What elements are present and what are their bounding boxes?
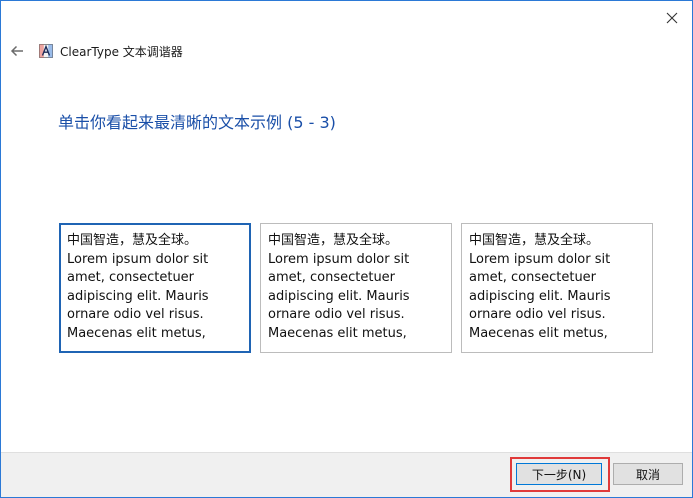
sample-line: 中国智造，慧及全球。 xyxy=(67,233,198,248)
sample-line: adipiscing elit. Mauris xyxy=(469,288,611,304)
sample-line: amet, consectetuer xyxy=(67,270,195,286)
cleartype-wizard-window: ClearType 文本调谐器 单击你看起来最清晰的文本示例 (5 - 3) 中… xyxy=(0,0,693,498)
text-sample-1[interactable]: 中国智造，慧及全球。 Lorem ipsum dolor sit amet, c… xyxy=(59,223,251,353)
sample-line: 中国智造，慧及全球。 xyxy=(268,233,399,248)
sample-line: ornare odio vel risus. xyxy=(268,307,405,323)
sample-line: ornare odio vel risus. xyxy=(67,307,204,323)
title-bar: ClearType 文本调谐器 xyxy=(1,39,692,63)
sample-line: amet, consectetuer xyxy=(268,270,396,286)
sample-line: Maecenas elit metus, xyxy=(469,325,608,341)
close-button[interactable] xyxy=(660,7,684,29)
sample-line: 中国智造，慧及全球。 xyxy=(469,233,600,248)
sample-line: adipiscing elit. Mauris xyxy=(268,288,410,304)
sample-line: Lorem ipsum dolor sit xyxy=(67,251,209,267)
sample-line: Lorem ipsum dolor sit xyxy=(268,251,410,267)
next-button[interactable]: 下一步(N) xyxy=(516,463,602,485)
text-samples: 中国智造，慧及全球。 Lorem ipsum dolor sit amet, c… xyxy=(59,223,655,353)
sample-line: adipiscing elit. Mauris xyxy=(67,288,209,304)
close-icon xyxy=(666,12,678,24)
text-sample-2[interactable]: 中国智造，慧及全球。 Lorem ipsum dolor sit amet, c… xyxy=(260,223,452,353)
sample-line: Maecenas elit metus, xyxy=(67,325,206,341)
sample-line: Maecenas elit metus, xyxy=(268,325,407,341)
page-heading: 单击你看起来最清晰的文本示例 (5 - 3) xyxy=(58,113,336,132)
sample-line: ornare odio vel risus. xyxy=(469,307,606,323)
window-title: ClearType 文本调谐器 xyxy=(60,44,183,59)
back-arrow-icon xyxy=(10,45,23,57)
sample-line: Lorem ipsum dolor sit xyxy=(469,251,611,267)
text-sample-3[interactable]: 中国智造，慧及全球。 Lorem ipsum dolor sit amet, c… xyxy=(461,223,653,353)
cleartype-icon xyxy=(39,44,53,58)
back-button[interactable] xyxy=(7,41,27,61)
cancel-button[interactable]: 取消 xyxy=(613,463,683,485)
sample-line: amet, consectetuer xyxy=(469,270,597,286)
